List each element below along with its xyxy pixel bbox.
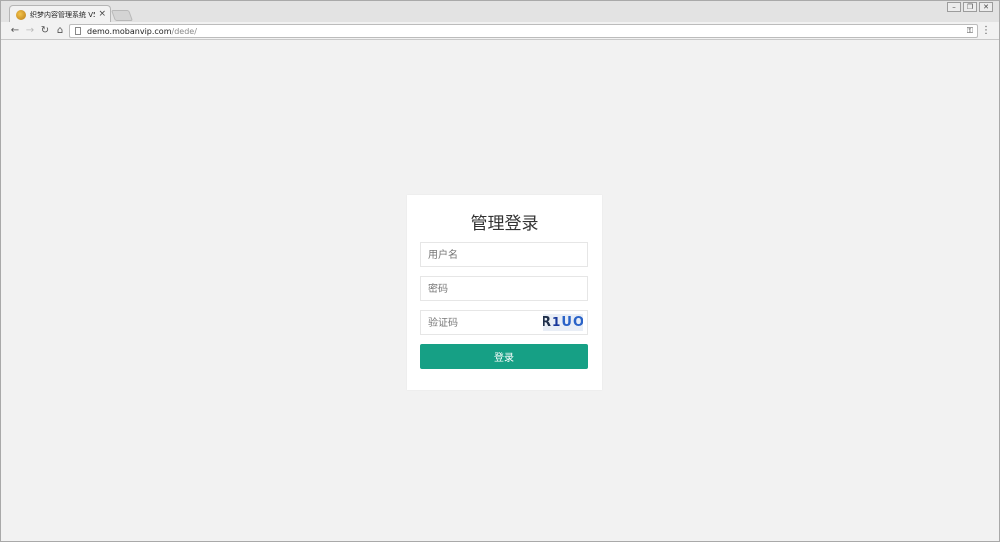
reload-icon[interactable]: ↻ <box>39 24 51 37</box>
minimize-icon[interactable]: – <box>947 2 961 12</box>
captcha-char-3: U <box>561 315 573 330</box>
address-bar[interactable]: demo.mobanvip.com /dede/ ⚿ <box>69 24 978 38</box>
page-icon <box>75 27 81 35</box>
window-controls: – ❐ ✕ <box>947 2 993 12</box>
url-host: demo.mobanvip.com <box>87 26 172 36</box>
captcha-char-1: R <box>543 315 553 330</box>
captcha-char-4: O <box>572 315 583 330</box>
username-field[interactable] <box>420 242 588 267</box>
password-field[interactable] <box>420 276 588 301</box>
key-icon[interactable]: ⚿ <box>967 26 973 36</box>
back-icon[interactable]: ← <box>9 24 21 37</box>
more-vertical-icon[interactable]: ⋮ <box>981 24 991 37</box>
browser-tab[interactable]: 织梦内容管理系统 V57_ × <box>9 5 111 23</box>
title-bar: 织梦内容管理系统 V57_ × – ❐ ✕ <box>1 1 999 23</box>
url-path: /dede/ <box>171 26 197 36</box>
new-tab-button[interactable] <box>110 10 134 21</box>
browser-window: 织梦内容管理系统 V57_ × – ❐ ✕ ← → ↻ ⌂ demo.moban… <box>0 0 1000 542</box>
captcha-image[interactable]: R1UO <box>543 314 583 331</box>
captcha-field[interactable]: R1UO <box>420 310 588 335</box>
tab-close-icon[interactable]: × <box>98 10 106 19</box>
password-input[interactable] <box>421 278 587 301</box>
login-card: 管理登录 R1UO 登录 <box>407 195 602 390</box>
favicon-icon <box>16 9 26 20</box>
page-viewport: 管理登录 R1UO 登录 <box>1 41 999 541</box>
captcha-text: R1UO <box>543 314 583 331</box>
forward-icon[interactable]: → <box>24 24 36 37</box>
home-icon[interactable]: ⌂ <box>54 24 66 37</box>
restore-icon[interactable]: ❐ <box>963 2 977 12</box>
captcha-input[interactable] <box>421 312 541 335</box>
close-window-icon[interactable]: ✕ <box>979 2 993 12</box>
username-input[interactable] <box>421 244 587 267</box>
login-button[interactable]: 登录 <box>420 344 588 369</box>
browser-toolbar: ← → ↻ ⌂ demo.mobanvip.com /dede/ ⚿ ⋮ <box>1 22 999 40</box>
login-title: 管理登录 <box>470 214 539 234</box>
tab-title: 织梦内容管理系统 V57_ <box>30 10 96 19</box>
captcha-char-2: 1 <box>552 315 562 329</box>
